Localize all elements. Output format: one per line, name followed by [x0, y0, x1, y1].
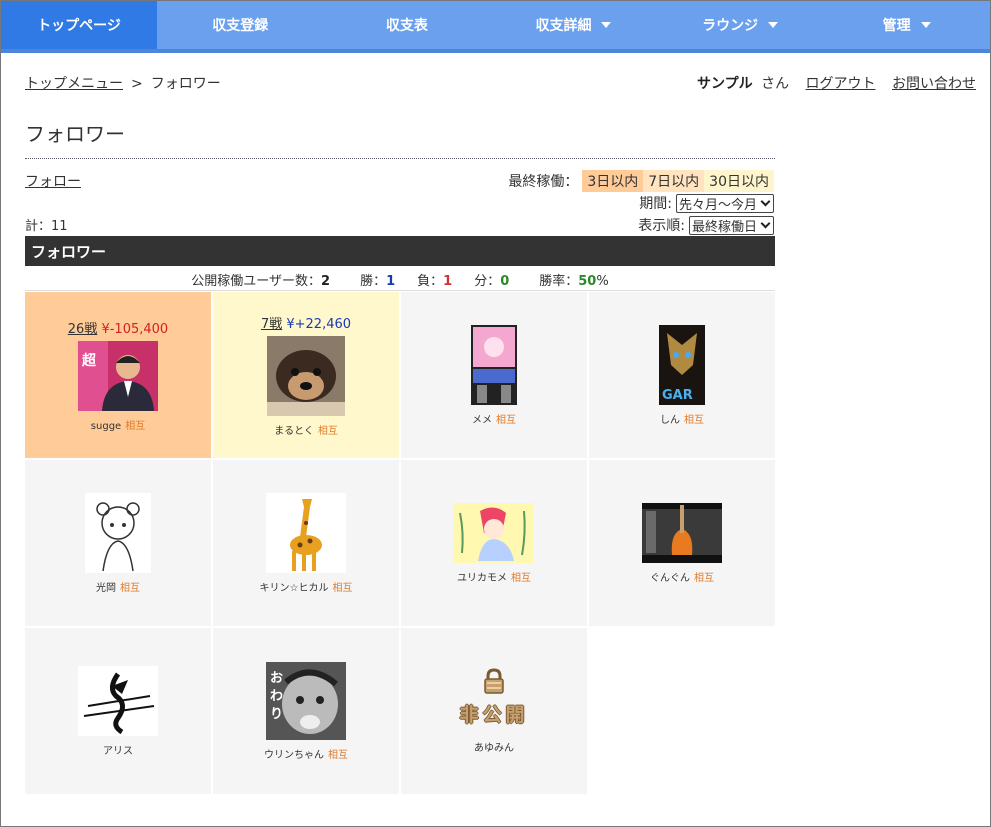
breadcrumb: トップメニュー > フォロワー	[25, 76, 221, 92]
nav-details[interactable]: 収支詳細	[490, 1, 657, 49]
filter-30-days[interactable]: 30日以内	[704, 170, 774, 192]
user-card[interactable]: ユリカモメ 相互	[401, 460, 587, 626]
user-name-label[interactable]: sugge	[91, 421, 121, 432]
nav-admin[interactable]: 管理	[823, 1, 990, 49]
user-record: 7戦 ¥+22,460	[260, 317, 352, 332]
sort-select[interactable]: 最終稼働日	[688, 215, 774, 235]
user-card[interactable]: GAR しん 相互	[589, 292, 775, 458]
user-name-label[interactable]: アリス	[103, 746, 133, 757]
chevron-down-icon	[601, 22, 612, 28]
user-name-label[interactable]: しん	[660, 415, 680, 426]
nav-register[interactable]: 収支登録	[157, 1, 324, 49]
user-card[interactable]: お わ り ウリンちゃん 相互	[213, 628, 399, 794]
private-badge: 非公開	[459, 704, 529, 726]
battle-count-link[interactable]: 7戦	[261, 317, 282, 332]
mutual-badge: 相互	[684, 414, 704, 426]
breadcrumb-top-menu-link[interactable]: トップメニュー	[25, 76, 123, 92]
user-card[interactable]: 26戦 ¥-105,400 超 sugge 相互	[25, 292, 211, 458]
man-in-suit-avatar[interactable]: 超	[78, 341, 158, 411]
anime-girl-avatar[interactable]	[471, 324, 517, 405]
lock-icon	[484, 668, 504, 694]
user-name-label[interactable]: ぐんぐん	[650, 573, 690, 584]
filter-3-days[interactable]: 3日以内	[582, 170, 644, 192]
user-name-label[interactable]: あゆみん	[474, 743, 514, 754]
win-rate: 50	[578, 273, 597, 289]
user-card[interactable]: 光岡 相互	[25, 460, 211, 626]
sort-row: 表示順: 最終稼働日	[638, 215, 774, 235]
total-count: 計：11	[25, 219, 68, 234]
user-name-label[interactable]: 光岡	[96, 583, 116, 594]
dog-avatar[interactable]	[267, 336, 345, 416]
svg-text:GAR: GAR	[662, 388, 693, 403]
svg-text:り: り	[270, 707, 283, 722]
chevron-down-icon	[760, 218, 771, 229]
period-select[interactable]: 先々月～今月	[675, 193, 774, 213]
filter-7-days[interactable]: 7日以内	[643, 170, 705, 192]
mutual-badge: 相互	[317, 426, 338, 437]
user-card[interactable]: アリス	[25, 628, 211, 794]
breadcrumb-current: フォロワー	[150, 76, 221, 92]
win-count: 1	[386, 273, 396, 289]
user-name-label[interactable]: ユリカモメ	[457, 573, 507, 584]
svg-text:お: お	[270, 671, 283, 686]
mutual-badge: 相互	[125, 421, 146, 432]
follow-link[interactable]: フォロー	[25, 171, 81, 191]
chevron-down-icon	[768, 22, 779, 28]
logout-link[interactable]: ログアウト	[806, 76, 876, 92]
chevron-down-icon	[760, 196, 771, 207]
last-active-filter: 最終稼働： 3日以内 7日以内 30日以内	[508, 170, 774, 192]
user-card[interactable]: 非公開 あゆみん	[401, 628, 587, 794]
user-card[interactable]: ぐんぐん 相互	[589, 460, 775, 626]
user-card[interactable]: メメ 相互	[401, 292, 587, 458]
section-header: フォロワー	[25, 236, 775, 266]
user-bar: サンプル さん ログアウト お問い合わせ	[697, 76, 976, 92]
ink-figure-avatar[interactable]	[78, 665, 158, 736]
mutual-badge: 相互	[496, 414, 516, 426]
chevron-down-icon	[920, 22, 931, 28]
user-count: 2	[321, 273, 331, 289]
guitar-avatar[interactable]	[642, 502, 722, 563]
contact-link[interactable]: お問い合わせ	[892, 76, 976, 92]
nav-table[interactable]: 収支表	[324, 1, 491, 49]
nav-lounge[interactable]: ラウンジ	[657, 1, 824, 49]
mutual-badge: 相互	[694, 572, 714, 584]
giraffe-avatar[interactable]	[266, 492, 346, 573]
user-name-label[interactable]: ウリンちゃん	[264, 750, 324, 761]
stats-row: 公開稼働ユーザー数：2 勝：1 負：1 分：0 勝率：50%	[25, 268, 775, 291]
svg-text:超: 超	[81, 352, 97, 369]
follower-grid: 26戦 ¥-105,400 超 sugge 相互 7戦 ¥+22,460 まるとく…	[25, 292, 775, 794]
mutual-badge: 相互	[511, 572, 531, 584]
svg-text:わ: わ	[270, 689, 283, 704]
user-card[interactable]: 7戦 ¥+22,460 まるとく 相互	[213, 292, 399, 458]
manga-face-avatar[interactable]: お わ り	[266, 661, 346, 740]
lose-count: 1	[443, 273, 453, 289]
user-name-label[interactable]: キリン☆ヒカル	[260, 583, 329, 594]
period-row: 期間: 先々月～今月	[639, 193, 774, 213]
nav-top-page[interactable]: トップページ	[1, 1, 157, 49]
mutual-badge: 相互	[328, 749, 348, 761]
user-card[interactable]: キリン☆ヒカル 相互	[213, 460, 399, 626]
user-record: 26戦 ¥-105,400	[67, 322, 169, 337]
user-name-label[interactable]: メメ	[472, 415, 492, 426]
draw-count: 0	[500, 273, 510, 289]
illustration-avatar[interactable]	[454, 502, 534, 563]
mutual-badge: 相互	[120, 582, 140, 594]
page-title: フォロワー	[25, 122, 125, 146]
battle-count-link[interactable]: 26戦	[68, 322, 98, 337]
divider	[25, 158, 775, 159]
user-name: サンプル	[697, 76, 753, 92]
top-nav: トップページ 収支登録 収支表 収支詳細 ラウンジ 管理	[1, 1, 990, 53]
garo-armor-avatar[interactable]: GAR	[659, 324, 705, 405]
mutual-badge: 相互	[332, 582, 353, 594]
user-name-label[interactable]: まるとく	[274, 426, 314, 437]
sketch-girl-avatar[interactable]	[85, 492, 151, 573]
